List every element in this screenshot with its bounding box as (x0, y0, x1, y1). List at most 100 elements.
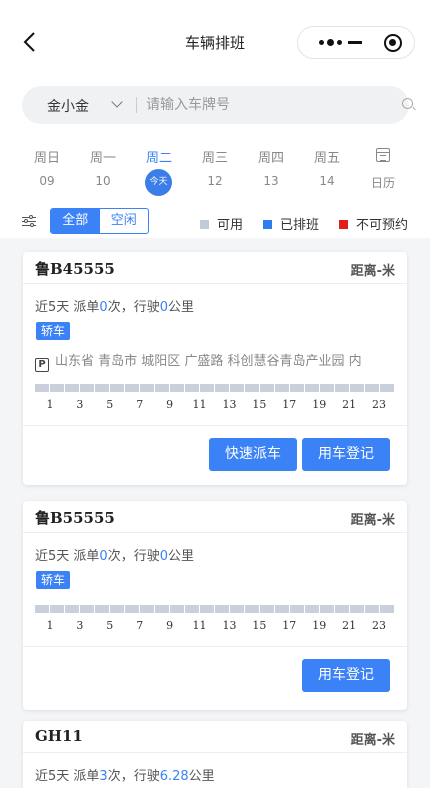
hour-slot (185, 605, 199, 613)
plate-search-input[interactable] (146, 93, 376, 117)
date-label: 09 (39, 174, 55, 188)
tick-label: 17 (282, 398, 297, 411)
legend-scheduled: 已排班 (263, 214, 319, 233)
card-header: 鲁B45555 距离-米 (23, 252, 407, 284)
weekday-label: 周三 (201, 151, 228, 166)
tick-label: 1 (46, 398, 54, 411)
weekday-label: 周日 (33, 151, 60, 166)
hour-slot (365, 384, 379, 392)
weekday-label: 周四 (257, 151, 284, 166)
hour-slot (365, 605, 379, 613)
tick-label: 5 (106, 619, 114, 632)
chevron-down-icon[interactable] (111, 96, 123, 108)
day-wednesday[interactable]: 周三 12 (187, 140, 243, 200)
hour-slot (35, 384, 49, 392)
hour-slot (110, 384, 124, 392)
distance-label: 距离-米 (350, 264, 395, 279)
tick-label: 11 (192, 398, 207, 411)
owner-selector[interactable]: 金小金 (47, 96, 89, 116)
hour-slot (230, 605, 244, 613)
hour-slot (185, 384, 199, 392)
hour-slot (215, 384, 229, 392)
day-tuesday[interactable]: 周二 今天 (131, 140, 187, 200)
date-label: 10 (95, 174, 111, 188)
tick-label: 19 (312, 398, 327, 411)
search-icon[interactable] (402, 98, 413, 109)
hour-slot (245, 384, 259, 392)
vehicle-register-button[interactable]: 用车登记 (302, 438, 390, 471)
hour-slot (65, 605, 79, 613)
tick-label: 9 (166, 398, 174, 411)
hour-slot (290, 384, 304, 392)
vehicle-location: P 山东省 青岛市 城阳区 广盛路 科创慧谷青岛产业园 内 (35, 350, 362, 372)
hour-slot (170, 384, 184, 392)
usage-stats: 近5天 派单0次，行驶0公里 (35, 549, 194, 564)
calendar-button[interactable]: 日历 (355, 140, 411, 200)
segment-idle[interactable]: 空闲 (100, 209, 149, 233)
tick-label: 19 (312, 619, 327, 632)
hour-slot (260, 605, 274, 613)
legend-unavailable: 不可预约 (339, 214, 408, 233)
hour-slot (125, 605, 139, 613)
tick-label: 9 (166, 619, 174, 632)
hour-slot (320, 384, 334, 392)
hour-slot (290, 605, 304, 613)
hour-slot (65, 384, 79, 392)
hour-slot (335, 605, 349, 613)
hour-slot (335, 384, 349, 392)
hour-slot (305, 605, 319, 613)
day-friday[interactable]: 周五 14 (299, 140, 355, 200)
hour-slot (380, 384, 394, 392)
card-footer: 快速派车 用车登记 (23, 425, 407, 485)
quick-dispatch-button[interactable]: 快速派车 (209, 438, 297, 471)
hour-slot (350, 384, 364, 392)
more-dots-icon[interactable] (308, 27, 352, 58)
day-sunday[interactable]: 周日 09 (19, 140, 75, 200)
timeline-ticks: 1 3 5 7 9 11 13 15 17 19 21 23 (35, 398, 394, 412)
usage-stats: 近5天 派单0次，行驶0公里 (35, 300, 194, 315)
calendar-label: 日历 (370, 176, 395, 190)
legend-label: 不可预约 (356, 218, 409, 233)
filter-settings-icon[interactable] (22, 215, 36, 228)
tick-label: 11 (192, 619, 207, 632)
vehicle-type-badge: 轿车 (36, 322, 71, 340)
date-label: 今天 (145, 169, 172, 196)
close-target-icon[interactable] (384, 34, 402, 52)
tick-label: 23 (372, 619, 387, 632)
legend-swatch (339, 220, 348, 229)
status-segmented-control: 全部 空闲 (50, 208, 149, 234)
legend-swatch (263, 220, 272, 229)
tick-label: 21 (342, 619, 357, 632)
vehicle-card: 鲁B55555 距离-米 近5天 派单0次，行驶0公里 轿车 1 3 5 7 9 11 13… (23, 501, 407, 710)
tick-label: 5 (106, 398, 114, 411)
hour-slot (80, 605, 94, 613)
day-thursday[interactable]: 周四 13 (243, 140, 299, 200)
search-bar: 金小金 (22, 86, 413, 124)
tick-label: 15 (252, 398, 267, 411)
hour-slot (125, 384, 139, 392)
hour-slot (200, 605, 214, 613)
nav-bar: 车辆排班 (0, 0, 430, 86)
tick-label: 7 (136, 619, 144, 632)
hour-slot (50, 605, 64, 613)
hour-slot (95, 384, 109, 392)
schedule-timeline-bar (35, 384, 394, 392)
minimize-icon[interactable] (348, 41, 362, 44)
vehicle-register-button[interactable]: 用车登记 (302, 659, 390, 692)
parking-icon: P (35, 358, 49, 372)
tick-label: 3 (76, 619, 84, 632)
vehicle-list: 鲁B45555 距离-米 近5天 派单0次，行驶0公里 轿车 P 山东省 青岛市 … (0, 238, 430, 788)
vehicle-card: 鲁B45555 距离-米 近5天 派单0次，行驶0公里 轿车 P 山东省 青岛市 … (23, 252, 407, 485)
plate-number: GH11 (35, 727, 83, 745)
schedule-timeline-bar (35, 605, 394, 613)
tick-label: 15 (252, 619, 267, 632)
segment-all[interactable]: 全部 (51, 209, 100, 233)
hour-slot (140, 384, 154, 392)
tick-label: 7 (136, 398, 144, 411)
filter-row: 全部 空闲 可用 已排班 不可预约 (0, 204, 430, 238)
day-monday[interactable]: 周一 10 (75, 140, 131, 200)
hour-slot (200, 384, 214, 392)
hour-slot (50, 384, 64, 392)
plate-number: 鲁B55555 (35, 509, 115, 527)
tick-label: 3 (76, 398, 84, 411)
